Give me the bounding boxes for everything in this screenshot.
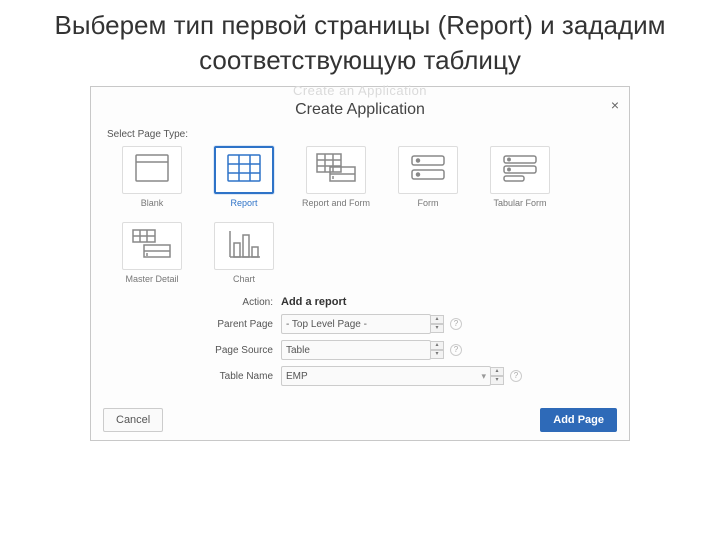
parent-page-label: Parent Page — [211, 319, 281, 330]
form-icon — [410, 154, 446, 187]
tile-label: Tabular Form — [481, 198, 559, 208]
form-area: Action: Add a report Parent Page - Top L… — [91, 290, 629, 400]
dialog-header: Create an Application Create Application… — [91, 87, 629, 125]
tile-report[interactable]: Report — [205, 146, 283, 208]
chevron-down-icon: ▾ — [481, 371, 486, 382]
tile-label: Blank — [113, 198, 191, 208]
help-icon[interactable]: ? — [450, 344, 462, 356]
page-source-value: Table — [286, 345, 310, 356]
create-application-dialog: Create an Application Create Application… — [90, 86, 630, 441]
action-value: Add a report — [281, 296, 346, 308]
tile-blank[interactable]: Blank — [113, 146, 191, 208]
help-icon[interactable]: ? — [450, 318, 462, 330]
tile-label: Report — [205, 198, 283, 208]
cancel-button[interactable]: Cancel — [103, 408, 163, 432]
report-form-icon — [316, 153, 356, 188]
table-name-value: EMP — [286, 371, 308, 382]
tabular-form-icon — [502, 154, 538, 187]
page-source-label: Page Source — [211, 345, 281, 356]
page-type-tiles: Blank Report Report and Form Form Tabula… — [91, 146, 629, 290]
tile-label: Report and Form — [297, 198, 375, 208]
report-icon — [226, 153, 262, 188]
tile-master-detail[interactable]: Master Detail — [113, 222, 191, 284]
page-source-stepper[interactable]: ▴▾ — [430, 341, 444, 359]
parent-page-select[interactable]: - Top Level Page - — [281, 314, 431, 334]
help-icon[interactable]: ? — [510, 370, 522, 382]
row-page-source: Page Source Table ▴▾ ? — [211, 340, 609, 360]
dialog-buttons: Cancel Add Page — [91, 400, 629, 440]
tile-label: Form — [389, 198, 467, 208]
dialog-title: Create Application — [91, 101, 629, 119]
table-name-label: Table Name — [211, 371, 281, 382]
tile-label: Chart — [205, 274, 283, 284]
tile-tabular-form[interactable]: Tabular Form — [481, 146, 559, 208]
blank-icon — [134, 153, 170, 188]
row-table-name: Table Name EMP ▾ ▴▾ ? — [211, 366, 609, 386]
row-action: Action: Add a report — [211, 296, 609, 308]
master-detail-icon — [132, 229, 172, 264]
tile-report-and-form[interactable]: Report and Form — [297, 146, 375, 208]
slide-title: Выберем тип первой страницы (Report) и з… — [0, 0, 720, 82]
tile-chart[interactable]: Chart — [205, 222, 283, 284]
table-name-select[interactable]: EMP ▾ — [281, 366, 491, 386]
tile-form[interactable]: Form — [389, 146, 467, 208]
page-source-select[interactable]: Table — [281, 340, 431, 360]
close-icon[interactable]: × — [611, 97, 619, 113]
dialog-faint-title: Create an Application — [91, 83, 629, 98]
add-page-button[interactable]: Add Page — [540, 408, 617, 432]
tile-label: Master Detail — [113, 274, 191, 284]
select-page-type-label: Select Page Type: — [91, 125, 629, 146]
action-label: Action: — [211, 297, 281, 308]
table-name-stepper[interactable]: ▴▾ — [490, 367, 504, 385]
parent-page-value: - Top Level Page - — [286, 319, 367, 330]
row-parent-page: Parent Page - Top Level Page - ▴▾ ? — [211, 314, 609, 334]
chart-icon — [226, 229, 262, 264]
parent-page-stepper[interactable]: ▴▾ — [430, 315, 444, 333]
